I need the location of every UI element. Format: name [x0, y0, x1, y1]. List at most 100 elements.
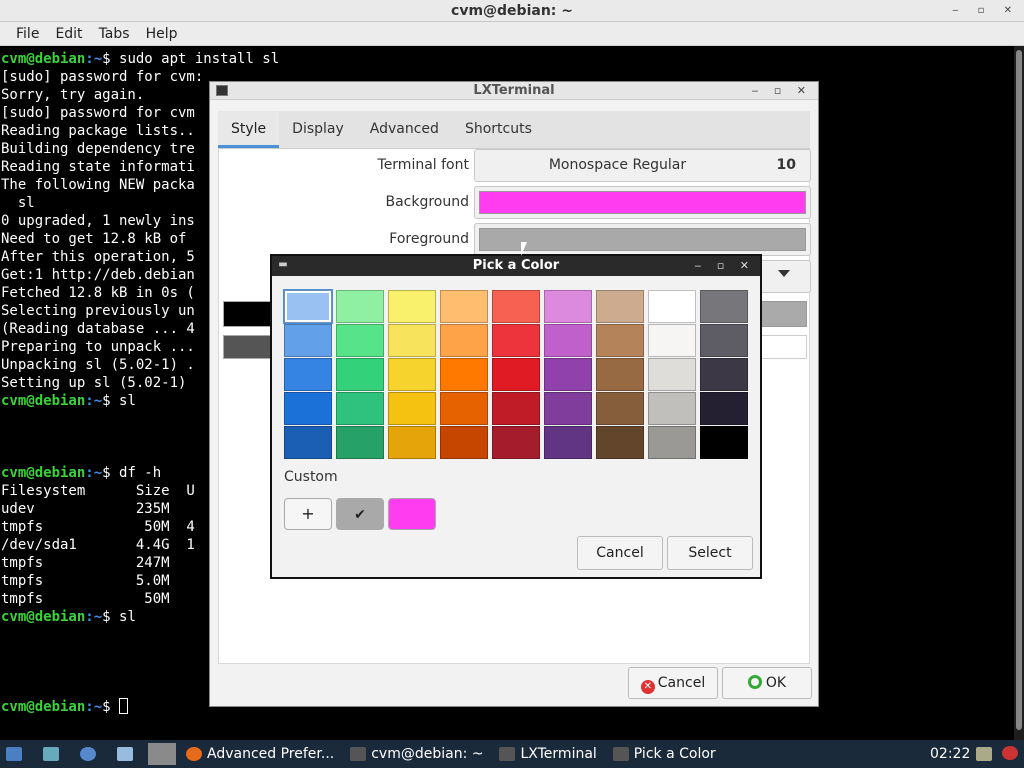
launcher-files[interactable] [37, 743, 70, 765]
terminal-icon [216, 85, 228, 96]
palette-swatch[interactable] [440, 324, 488, 357]
prompt-user: cvm@debian [1, 51, 86, 67]
palette-swatch[interactable] [596, 290, 644, 323]
custom-color-gray[interactable]: ✔ [336, 498, 384, 530]
terminal-scrollbar[interactable] [1014, 46, 1024, 740]
palette-swatch[interactable] [284, 324, 332, 357]
menu-file[interactable]: File [8, 22, 47, 45]
tab-display[interactable]: Display [279, 111, 357, 148]
task-lxterminal[interactable]: LXTerminal [493, 743, 602, 765]
background-color-button[interactable] [474, 186, 811, 219]
dialog-controls[interactable]: ‒ ▫ ✕ [751, 82, 812, 100]
start-menu-button[interactable] [0, 743, 33, 765]
palette-swatch[interactable] [492, 324, 540, 357]
palette-swatch[interactable] [284, 392, 332, 425]
task-label-pick-color: Pick a Color [633, 746, 716, 762]
palette-color-darkgray[interactable] [223, 335, 273, 359]
palette-swatch[interactable] [544, 324, 592, 357]
window-icon [612, 747, 629, 761]
launcher-desktop[interactable] [111, 743, 144, 765]
preferences-title: LXTerminal [473, 83, 555, 98]
palette-swatch[interactable] [492, 392, 540, 425]
globe-icon [80, 747, 96, 761]
palette-swatch[interactable] [388, 392, 436, 425]
palette-swatch[interactable] [336, 358, 384, 391]
window-controls[interactable]: ‒ ▫ ✕ [952, 0, 1020, 22]
palette-swatch[interactable] [596, 392, 644, 425]
picker-cancel-button[interactable]: Cancel [577, 536, 663, 570]
pick-color-dialog: ▬ Pick a Color ‒ ▫ ✕ Custom + ✔ Cancel S… [270, 254, 762, 579]
menu-tabs[interactable]: Tabs [91, 22, 138, 45]
palette-swatch[interactable] [492, 426, 540, 459]
window-titlebar[interactable]: cvm@debian: ~ ‒ ▫ ✕ [0, 0, 1024, 22]
task-firefox[interactable]: Advanced Prefer... [180, 743, 340, 765]
palette-swatch[interactable] [336, 324, 384, 357]
palette-swatch[interactable] [388, 324, 436, 357]
task-terminal[interactable]: cvm@debian: ~ [344, 743, 489, 765]
pick-color-titlebar[interactable]: ▬ Pick a Color ‒ ▫ ✕ [272, 256, 760, 276]
tab-shortcuts[interactable]: Shortcuts [452, 111, 545, 148]
dropdown-button[interactable] [757, 260, 811, 293]
palette-swatch[interactable] [596, 426, 644, 459]
task-pick-color[interactable]: Pick a Color [607, 743, 722, 765]
palette-swatch[interactable] [700, 290, 748, 323]
palette-swatch[interactable] [596, 358, 644, 391]
palette-swatch[interactable] [284, 426, 332, 459]
background-swatch [479, 191, 806, 214]
palette-swatch[interactable] [544, 290, 592, 323]
palette-swatch[interactable] [336, 290, 384, 323]
prompt-user: cvm@debian [1, 609, 86, 625]
tab-style[interactable]: Style [218, 111, 280, 148]
palette-swatch[interactable] [648, 392, 696, 425]
palette-swatch[interactable] [440, 358, 488, 391]
prefs-ok-button[interactable]: OK [722, 667, 812, 699]
prefs-cancel-button[interactable]: ✕ Cancel [628, 667, 718, 699]
menu-help[interactable]: Help [138, 22, 186, 45]
palette-swatch[interactable] [284, 358, 332, 391]
palette-swatch[interactable] [492, 358, 540, 391]
terminal-font-button[interactable]: Monospace Regular 10 [474, 149, 811, 182]
palette-swatch[interactable] [283, 289, 333, 324]
palette-swatch[interactable] [336, 392, 384, 425]
palette-swatch[interactable] [440, 392, 488, 425]
palette-swatch[interactable] [648, 426, 696, 459]
palette-swatch[interactable] [388, 358, 436, 391]
prompt-symbol: $ [102, 699, 111, 715]
palette-color-gray[interactable] [759, 301, 807, 327]
picker-controls[interactable]: ‒ ▫ ✕ [694, 256, 755, 276]
palette-swatch[interactable] [596, 324, 644, 357]
task-label-terminal: cvm@debian: ~ [371, 746, 484, 762]
palette-color-black[interactable] [223, 301, 273, 327]
palette-swatch[interactable] [700, 426, 748, 459]
palette-swatch[interactable] [440, 290, 488, 323]
custom-color-magenta[interactable] [388, 498, 436, 530]
palette-swatch[interactable] [492, 290, 540, 323]
palette-swatch[interactable] [648, 290, 696, 323]
workspace-switcher[interactable] [148, 743, 176, 765]
palette-swatch[interactable] [388, 426, 436, 459]
picker-select-button[interactable]: Select [667, 536, 753, 570]
palette-swatch[interactable] [388, 290, 436, 323]
palette-swatch[interactable] [544, 358, 592, 391]
palette-swatch[interactable] [336, 426, 384, 459]
palette-swatch[interactable] [700, 358, 748, 391]
dialog-icon: ▬ [278, 259, 288, 270]
palette-swatch[interactable] [648, 324, 696, 357]
launcher-browser[interactable] [74, 743, 107, 765]
palette-swatch[interactable] [440, 426, 488, 459]
add-custom-color-button[interactable]: + [284, 498, 332, 530]
palette-color-white[interactable] [759, 335, 807, 359]
terminal-icon [350, 747, 367, 761]
palette-swatch[interactable] [700, 324, 748, 357]
tab-advanced[interactable]: Advanced [357, 111, 452, 148]
lock-icon[interactable] [976, 747, 992, 761]
palette-swatch[interactable] [544, 426, 592, 459]
palette-swatch[interactable] [648, 358, 696, 391]
menu-edit[interactable]: Edit [47, 22, 90, 45]
palette-swatch[interactable] [544, 392, 592, 425]
chevron-down-icon [778, 270, 790, 277]
preferences-titlebar[interactable]: LXTerminal ‒ ▫ ✕ [210, 82, 818, 100]
power-icon[interactable] [1002, 746, 1018, 760]
cancel-icon: ✕ [640, 680, 655, 694]
palette-swatch[interactable] [700, 392, 748, 425]
